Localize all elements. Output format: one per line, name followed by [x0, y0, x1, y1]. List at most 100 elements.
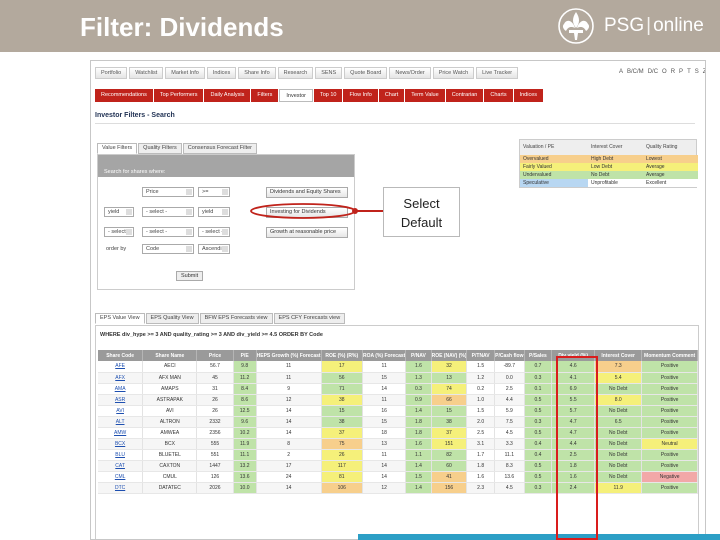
table-column-header[interactable]: P/NAV	[405, 350, 432, 361]
alpha-nav-link[interactable]: A	[619, 69, 623, 75]
alpha-nav-link[interactable]: S	[695, 69, 699, 75]
alpha-nav-link[interactable]: P	[679, 69, 683, 75]
sub-nav-item[interactable]: Term Value	[405, 89, 445, 102]
top-nav-item[interactable]: Research	[277, 67, 314, 79]
table-column-header[interactable]: Momentum Comment	[641, 350, 698, 361]
sub-nav-item[interactable]: Flow Info	[343, 89, 378, 102]
top-nav-item[interactable]: Share Info	[238, 67, 276, 79]
table-column-header[interactable]: ROA (%) Forecast	[362, 350, 407, 361]
table-column-header[interactable]: HEPS Growth (%) Forecast	[256, 350, 322, 361]
top-nav-item[interactable]: Indices	[206, 67, 237, 79]
order-by-select[interactable]: Code	[142, 244, 194, 254]
sub-nav-item[interactable]: Indices	[513, 89, 544, 102]
table-row[interactable]: AMA AMAPS 31 8.4 9 71 14 0.3 74 0.2 2.5 0.1 6.9 No De…	[98, 383, 698, 395]
table-row[interactable]: BCX BCX 555 11.9 8 75 13 1.6 151 3.1 3.3 0.4 4.4 No D…	[98, 438, 698, 450]
table-row[interactable]: CML CMUL 126 13.6 24 81 14 1.5 41 1.6 13.6 0.5 1.6 No…	[98, 471, 698, 483]
table-row[interactable]: DTC DATATEC 2026 10.0 14 106 12 1.4 156 2.3 4.5 0.3…	[98, 482, 698, 494]
row3-field-select[interactable]: - select -	[104, 227, 134, 237]
share-code-link[interactable]: ASR	[98, 394, 144, 406]
result-view-tab[interactable]: BFW EPS Forecasts view	[199, 313, 273, 324]
top-nav-item[interactable]: SENS	[315, 67, 343, 79]
result-view-tab[interactable]: EPS Value View	[95, 313, 145, 324]
filter-tab[interactable]: Quality Filters	[138, 143, 182, 154]
share-code-link[interactable]: AFX	[98, 372, 144, 384]
share-code-link[interactable]: AVI	[98, 405, 144, 417]
growth-reasonable-price-button[interactable]: Growth at reasonable price	[266, 227, 348, 238]
table-row[interactable]: CAT CAXTON 1447 13.2 17 117 14 1.4 60 1.8 8.3 0.5 1.…	[98, 460, 698, 472]
table-row[interactable]: ALT ALTRON 2332 9.6 14 38 15 1.8 38 2.0 7.5 0.3 4.7 6…	[98, 416, 698, 428]
share-code-link[interactable]: DTC	[98, 482, 144, 494]
sub-nav-item[interactable]: Contrarian	[445, 89, 484, 102]
top-nav-item[interactable]: Market Info	[165, 67, 205, 79]
alpha-nav-link[interactable]: Z	[703, 69, 705, 75]
table-cell: 26	[196, 405, 234, 417]
table-row[interactable]: ASR ASTRAPAK 26 8.6 12 38 11 0.9 66 1.0 4.4 0.5 5.5 8…	[98, 394, 698, 406]
table-column-header[interactable]: P/E	[233, 350, 257, 361]
table-cell: 1447	[196, 460, 234, 472]
sub-nav-item[interactable]: Daily Analysis	[204, 89, 251, 102]
table-cell: 15	[362, 416, 407, 428]
table-column-header[interactable]: P/TNAV	[466, 350, 495, 361]
row1-field-select[interactable]: Price	[142, 187, 194, 197]
row1-operator-select[interactable]: >=	[198, 187, 230, 197]
table-column-header[interactable]: Interest Cover	[594, 350, 643, 361]
submit-button[interactable]: Submit	[176, 271, 204, 281]
filter-tab[interactable]: Value Filters	[97, 143, 138, 154]
top-nav-item[interactable]: Live Tracker	[476, 67, 519, 79]
row3-operator-select[interactable]: - select -	[142, 227, 194, 237]
share-code-link[interactable]: ALT	[98, 416, 144, 428]
share-code-link[interactable]: AMA	[98, 383, 144, 395]
result-view-tab[interactable]: EPS Quality View	[145, 313, 199, 324]
table-column-header[interactable]: ROE (NAV) (%)	[431, 350, 468, 361]
top-nav-item[interactable]: Portfolio	[95, 67, 128, 79]
table-column-header[interactable]: Price	[196, 350, 234, 361]
row3-value-select[interactable]: - select -	[198, 227, 230, 237]
share-code-link[interactable]: AMW	[98, 427, 144, 439]
row2-value-select[interactable]: yield	[198, 207, 230, 217]
table-cell: 31	[196, 383, 234, 395]
table-cell: 8.4	[233, 383, 257, 395]
sub-nav-item[interactable]: Recommendations	[95, 89, 153, 102]
share-code-link[interactable]: CAT	[98, 460, 144, 472]
alpha-nav-link[interactable]: B/C/M	[627, 69, 644, 75]
sub-nav-item[interactable]: Top Performers	[153, 89, 204, 102]
table-row[interactable]: AVI AVI 26 12.5 14 15 16 1.4 15 1.5 5.9 0.5 5.7 No De…	[98, 405, 698, 417]
table-cell: 10.0	[233, 482, 257, 494]
legend-header-cell: Interest Cover	[591, 144, 623, 150]
dividends-equity-button[interactable]: Dividends and Equity Shares	[266, 187, 348, 198]
filter-tab[interactable]: Consensus Forecast Filter	[182, 143, 257, 154]
table-row[interactable]: AFE AECI 56.7 9.8 11 17 11 1.6 32 1.5 -89.7 0.7 4.6 7…	[98, 361, 698, 373]
alpha-nav-link[interactable]: T	[687, 69, 691, 75]
table-cell: 56	[321, 372, 363, 384]
sub-nav-item[interactable]: Top 10	[313, 89, 343, 102]
table-cell: Positive	[641, 394, 698, 406]
investing-for-dividends-button[interactable]: Investing for Dividends	[266, 207, 348, 218]
top-nav-item[interactable]: News/Order	[389, 67, 431, 79]
table-row[interactable]: AFX AFX MAN 45 11.2 11 56 15 1.3 13 1.2 0.0 0.3 4.1 5…	[98, 372, 698, 384]
share-code-link[interactable]: CML	[98, 471, 144, 483]
row2-field-select[interactable]: yield	[104, 207, 134, 217]
table-column-header[interactable]: Share Name	[142, 350, 198, 361]
sub-nav-item[interactable]: Charts	[484, 89, 513, 102]
top-nav-item[interactable]: Watchlist	[129, 67, 164, 79]
row2-operator-select[interactable]: - select -	[142, 207, 194, 217]
table-column-header[interactable]: Share Code	[98, 350, 144, 361]
table-row[interactable]: BLU BLUETEL 551 11.1 2 26 11 1.1 82 1.7 11.1 0.4 2.5…	[98, 449, 698, 461]
table-row[interactable]: AMW AMWEA 2356 10.2 14 37 18 1.8 37 2.5 4.5 0.5 4.7 N…	[98, 427, 698, 439]
alpha-nav-link[interactable]: R	[671, 69, 675, 75]
top-nav-item[interactable]: Price Watch	[432, 67, 475, 79]
table-column-header[interactable]: ROE (%) (R%)	[321, 350, 363, 361]
alpha-nav-link[interactable]: O	[662, 69, 667, 75]
result-view-tab[interactable]: EPS CFY Forecasts view	[273, 313, 346, 324]
table-column-header[interactable]: P/Sales	[524, 350, 553, 361]
table-column-header[interactable]: P/Cash flow	[494, 350, 525, 361]
sub-nav-item[interactable]: Chart	[378, 89, 405, 102]
sub-nav-item[interactable]: Investor	[279, 89, 313, 102]
share-code-link[interactable]: AFE	[98, 361, 144, 373]
alpha-nav-link[interactable]: D/C	[648, 69, 658, 75]
order-direction-select[interactable]: Ascending	[198, 244, 230, 254]
sub-nav-item[interactable]: Filters	[251, 89, 279, 102]
top-nav-item[interactable]: Quote Board	[344, 67, 388, 79]
share-code-link[interactable]: BCX	[98, 438, 144, 450]
share-code-link[interactable]: BLU	[98, 449, 144, 461]
